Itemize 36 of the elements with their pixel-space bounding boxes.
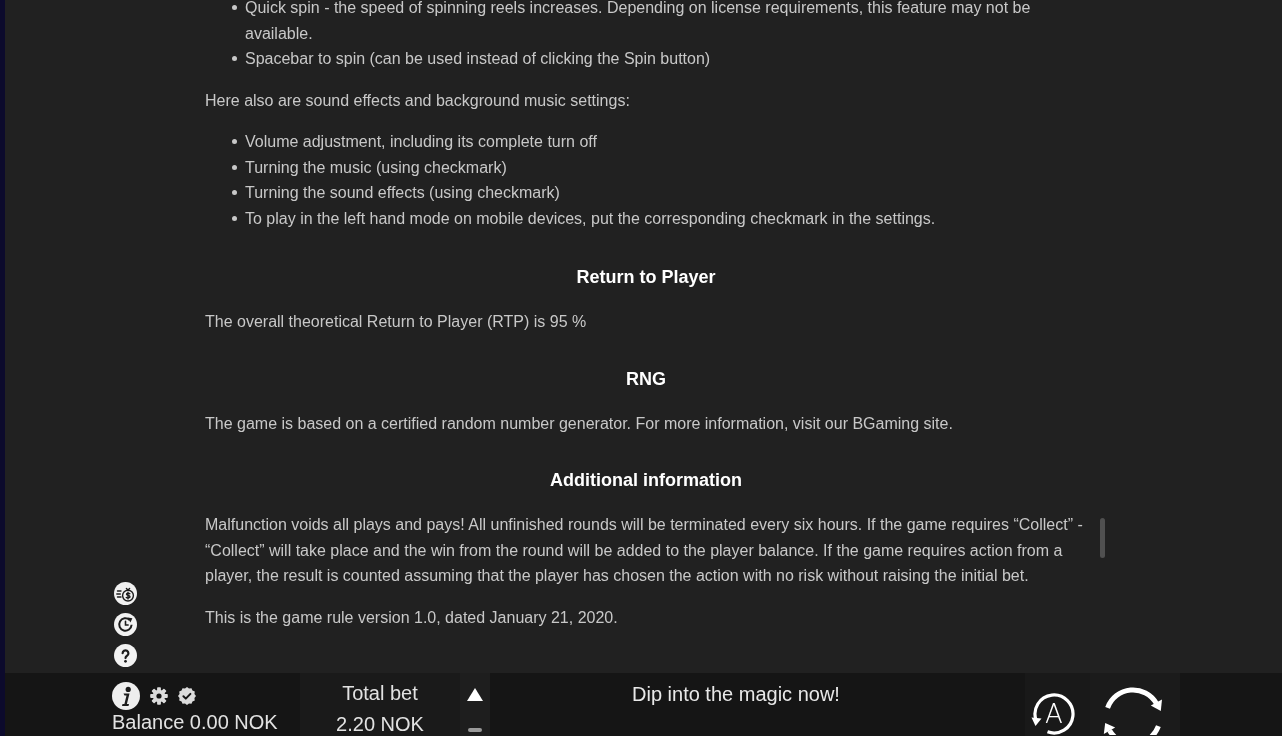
paragraph: This is the game rule version 1.0, dated January 21, 2020. [205, 607, 619, 628]
scrollbar-thumb[interactable] [1100, 518, 1105, 558]
bullet-icon [232, 56, 237, 62]
list-item: Spacebar to spin (can be used instead of clicking the Spin button) [245, 49, 712, 69]
history-icon[interactable] [114, 613, 137, 636]
list-item: To play in the left hand mode on mobile devices, put the corresponding checkmark in the settings. [245, 208, 937, 229]
bullet-icon [232, 190, 237, 196]
paragraph: Malfunction voids all plays and pays! All unfinished rounds will be terminated every six hours. If the game requires “Collect” - “Collect” will take place and the win from the round will be added to the player balance. If the game requires action from a player, the result is counted assuming that the player has chosen the action with no risk without raising the initial bet. [205, 515, 1084, 586]
settings-icon[interactable] [150, 686, 168, 705]
verified-badge-icon[interactable] [178, 686, 196, 705]
balance-text: Balance 0.00 NOK [112, 711, 279, 733]
paragraph: Here also are sound effects and background music settings: [205, 90, 631, 111]
paragraph: The game is based on a certified random number generator. For more information, visit our BGaming site. [205, 413, 954, 434]
list-item: Volume adjustment, including its complete turn off [245, 132, 598, 152]
triangle-up-icon[interactable] [467, 688, 483, 701]
promo-message: Dip into the magic now! [632, 683, 840, 705]
total-bet-label: Total bet [342, 681, 418, 705]
paragraph: The overall theoretical Return to Player (RTP) is 95 % [205, 312, 588, 332]
autoplay-button[interactable]: A [1025, 673, 1090, 736]
total-bet-value: 2.20 NOK [336, 713, 424, 735]
circular-arrow-icon [1031, 692, 1077, 736]
bullet-icon [232, 164, 237, 170]
list-item: Turning the music (using checkmark) [245, 157, 508, 178]
spin-button[interactable] [1090, 673, 1180, 736]
info-icon[interactable] [112, 681, 140, 710]
minus-icon[interactable] [468, 728, 482, 732]
section-heading: Return to Player [575, 266, 717, 289]
bullet-icon [232, 5, 237, 11]
section-heading: RNG [625, 367, 667, 391]
list-item: Quick spin - the speed of spinning reels increases. Depending on license requirements, this feature may not be available. [245, 0, 1032, 44]
section-heading: Additional information [549, 469, 743, 492]
list-item: Turning the sound effects (using checkmark) [245, 183, 561, 203]
bullet-icon [232, 215, 237, 221]
help-icon[interactable] [114, 644, 137, 667]
dollar-coin-icon[interactable] [114, 582, 137, 605]
bullet-icon [232, 139, 237, 145]
